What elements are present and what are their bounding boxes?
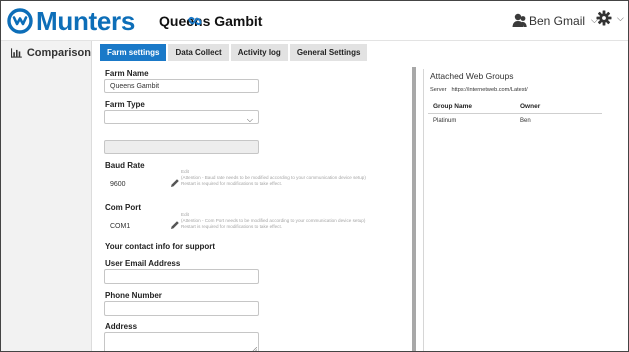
com-port-label: Com Port xyxy=(105,203,141,212)
baud-rate-label: Baud Rate xyxy=(105,161,145,170)
phone-label: Phone Number xyxy=(105,291,162,300)
table-header: Group Name Owner xyxy=(428,101,602,114)
email-label: User Email Address xyxy=(105,259,181,268)
panel-divider[interactable] xyxy=(412,67,416,351)
farm-title: Queens Gambit xyxy=(159,13,263,29)
settings-menu[interactable]: ⌵ xyxy=(596,10,624,26)
tab-farm-settings[interactable]: Farm settings xyxy=(100,44,167,61)
settings-tabs: Farm settings Data Collect Activity log … xyxy=(100,44,369,61)
sidebar-item-label: Comparison xyxy=(26,47,91,59)
web-groups-table: Group Name Owner Platinum Ben xyxy=(428,101,602,128)
email-input[interactable] xyxy=(104,269,259,284)
column-header-owner: Owner xyxy=(520,103,541,110)
web-groups-title: Attached Web Groups xyxy=(430,71,514,81)
chevron-down-icon: ⌵ xyxy=(617,12,624,23)
resize-handle-icon[interactable] xyxy=(252,347,257,352)
top-bar: Munters Queens Gambit Ben Gmail ⌵ ⌵ xyxy=(1,1,628,41)
baud-rate-value: 9600 xyxy=(110,181,126,188)
link-icon[interactable] xyxy=(187,14,203,28)
panel-border xyxy=(423,69,424,351)
server-label: Server xyxy=(430,87,447,93)
tab-activity-log[interactable]: Activity log xyxy=(230,44,288,61)
server-info: Server https://internetweb.com/Latest/ xyxy=(430,87,528,93)
sidebar-item-comparison[interactable]: Comparison xyxy=(1,41,91,59)
phone-input[interactable] xyxy=(104,301,259,316)
farm-type-label: Farm Type xyxy=(105,100,145,109)
farm-name-label: Farm Name xyxy=(105,69,149,78)
user-name: Ben Gmail xyxy=(529,13,586,28)
table-row[interactable]: Platinum Ben xyxy=(428,114,602,128)
server-url: https://internetweb.com/Latest/ xyxy=(451,87,528,93)
munters-logo[interactable]: Munters xyxy=(7,7,135,35)
address-label: Address xyxy=(105,322,138,331)
contact-info-heading: Your contact info for support xyxy=(105,242,216,251)
bar-chart-icon xyxy=(11,48,22,58)
disabled-field xyxy=(104,140,259,154)
user-avatar-icon xyxy=(512,13,527,27)
farm-type-select[interactable]: ⌵ xyxy=(104,110,259,124)
pencil-icon[interactable] xyxy=(170,178,180,188)
farm-name-input[interactable]: Queens Gambit xyxy=(104,79,259,93)
group-name-cell: Platinum xyxy=(433,118,457,124)
tab-general-settings[interactable]: General Settings xyxy=(289,44,368,61)
com-port-value: COM1 xyxy=(110,223,131,230)
munters-logo-icon xyxy=(7,8,33,34)
gear-icon xyxy=(596,10,612,26)
user-menu[interactable]: Ben Gmail ⌵ xyxy=(512,13,598,28)
tab-data-collect[interactable]: Data Collect xyxy=(168,44,229,61)
column-header-group-name: Group Name xyxy=(433,103,473,110)
app-window: Munters Queens Gambit Ben Gmail ⌵ ⌵ Comp… xyxy=(0,0,629,352)
pencil-icon[interactable] xyxy=(170,220,180,230)
address-textarea[interactable] xyxy=(104,332,259,352)
logo-wordmark: Munters xyxy=(36,6,136,36)
owner-cell: Ben xyxy=(520,118,531,124)
sidebar: Comparison xyxy=(1,41,92,351)
com-port-restart-note: Restart is required for modifications to… xyxy=(181,224,283,229)
chevron-down-icon: ⌵ xyxy=(246,115,253,124)
baud-rate-restart-note: Restart is required for modifications to… xyxy=(181,181,283,186)
